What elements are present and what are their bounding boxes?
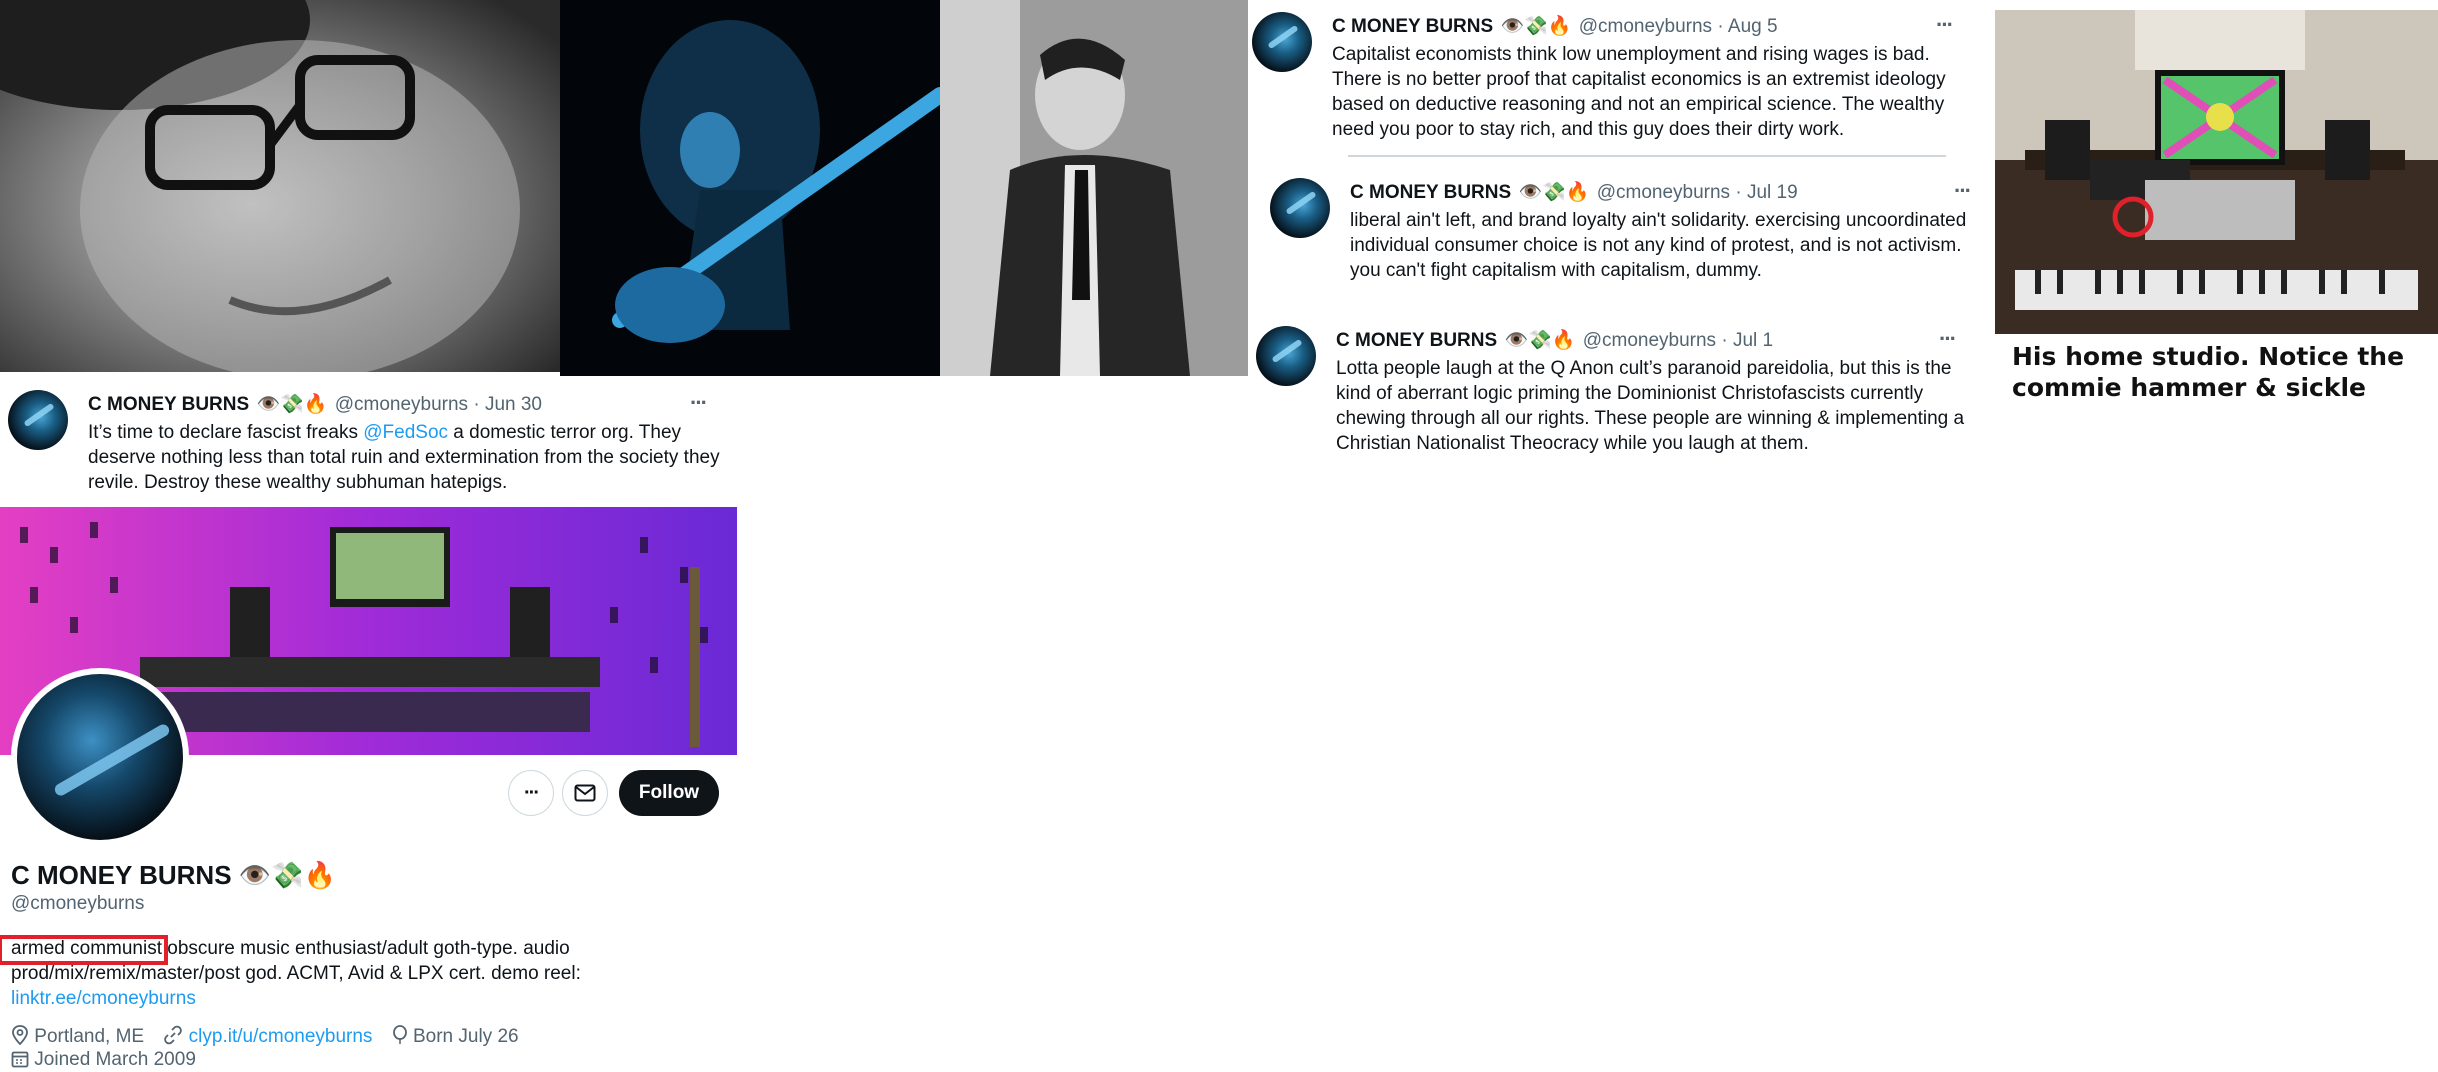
tweet-date[interactable]: Jun 30 [485, 394, 542, 415]
avatar[interactable] [1252, 12, 1312, 72]
website-link[interactable]: clyp.it/u/cmoneyburns [189, 1026, 373, 1047]
highlight-box [0, 935, 168, 965]
tweet-date[interactable]: Jul 19 [1747, 182, 1798, 203]
author-name[interactable]: C MONEY BURNS [1332, 16, 1493, 37]
tweet-header: C MONEY BURNS 👁️💸🔥 @cmoneyburns · Aug 5 [1332, 16, 1778, 37]
joined-item: Joined March 2009 [11, 1049, 196, 1071]
more-icon[interactable]: ··· [1936, 12, 1954, 38]
author-name[interactable]: C MONEY BURNS [1350, 182, 1511, 203]
link-icon [164, 1025, 183, 1045]
more-icon: ··· [524, 781, 540, 804]
author-emoji: 👁️💸🔥 [1518, 182, 1590, 203]
message-button[interactable] [562, 770, 608, 816]
tweet-date[interactable]: Jul 1 [1733, 330, 1773, 351]
calendar-icon [11, 1051, 29, 1068]
tweet-text: liberal ain't left, and brand loyalty ai… [1350, 210, 1967, 281]
author-name[interactable]: C MONEY BURNS [1336, 330, 1497, 351]
avatar[interactable] [1270, 178, 1330, 238]
author-handle[interactable]: @cmoneyburns [1583, 330, 1716, 351]
photo-home-studio [1995, 10, 2438, 334]
author-handle[interactable]: @cmoneyburns [1597, 182, 1730, 203]
studio-caption: His home studio. Notice the commie hamme… [2012, 342, 2405, 402]
tweet-jul1[interactable]: C MONEY BURNS 👁️💸🔥 @cmoneyburns · Jul 1 … [1256, 326, 1966, 456]
more-options-button[interactable]: ··· [508, 770, 554, 816]
profile-bio: armed communist obscure music enthusiast… [0, 935, 581, 1011]
bio-link[interactable]: linktr.ee/cmoneyburns [11, 988, 196, 1009]
photo-bass-player [560, 0, 940, 376]
more-icon[interactable]: ··· [1954, 178, 1972, 204]
author-emoji: 👁️💸🔥 [1504, 330, 1576, 351]
birthday-item: Born July 26 [392, 1025, 519, 1047]
balloon-icon [392, 1025, 407, 1044]
tweet-aug5[interactable]: C MONEY BURNS 👁️💸🔥 @cmoneyburns · Aug 5 … [1252, 12, 1962, 152]
author-handle[interactable]: @cmoneyburns [1579, 16, 1712, 37]
tweet-header: C MONEY BURNS 👁️💸🔥 @cmoneyburns · Jul 19 [1350, 182, 1798, 203]
profile-name-row: C MONEY BURNS 👁️💸🔥 [11, 860, 336, 891]
bio-highlight: armed communist [0, 935, 168, 965]
mail-icon [574, 784, 596, 802]
more-icon[interactable]: ··· [1939, 326, 1957, 352]
location-icon [12, 1025, 28, 1046]
photo-portrait-glasses [0, 0, 560, 372]
profile-avatar[interactable] [11, 668, 189, 846]
author-name[interactable]: C MONEY BURNS [88, 394, 249, 415]
follow-button[interactable]: Follow [619, 770, 719, 816]
photo-man-in-suit [940, 0, 1248, 376]
website-item[interactable]: clyp.it/u/cmoneyburns [163, 1025, 377, 1047]
tweet-header: C MONEY BURNS 👁️💸🔥 @cmoneyburns · Jun 30 [88, 394, 542, 415]
profile-name: C MONEY BURNS [11, 860, 232, 890]
author-handle[interactable]: @cmoneyburns [335, 394, 468, 415]
profile-meta: Portland, ME clyp.it/u/cmoneyburns Born … [11, 1025, 519, 1048]
tweet-header: C MONEY BURNS 👁️💸🔥 @cmoneyburns · Jul 1 [1336, 330, 1774, 351]
tweet-text: Capitalist economists think low unemploy… [1332, 44, 1946, 140]
tweet-text: Lotta people laugh at the Q Anon cult’s … [1336, 358, 1965, 454]
author-emoji: 👁️💸🔥 [256, 394, 328, 415]
author-emoji: 👁️💸🔥 [1500, 16, 1572, 37]
avatar[interactable] [1256, 326, 1316, 386]
more-icon[interactable]: ··· [690, 390, 708, 416]
tweet-jun30[interactable]: C MONEY BURNS 👁️💸🔥 @cmoneyburns · Jun 30… [8, 390, 728, 505]
location-item: Portland, ME [11, 1025, 149, 1047]
tweet-date[interactable]: Aug 5 [1728, 16, 1778, 37]
tweet-jul19[interactable]: C MONEY BURNS 👁️💸🔥 @cmoneyburns · Jul 19… [1270, 178, 1980, 288]
mention-link[interactable]: @FedSoc [363, 422, 448, 443]
avatar[interactable] [8, 390, 68, 450]
profile-emoji: 👁️💸🔥 [238, 860, 336, 890]
tweet-text: It’s time to declare fascist freaks @Fed… [88, 422, 720, 493]
divider [1348, 155, 1946, 157]
profile-handle: @cmoneyburns [11, 893, 145, 914]
